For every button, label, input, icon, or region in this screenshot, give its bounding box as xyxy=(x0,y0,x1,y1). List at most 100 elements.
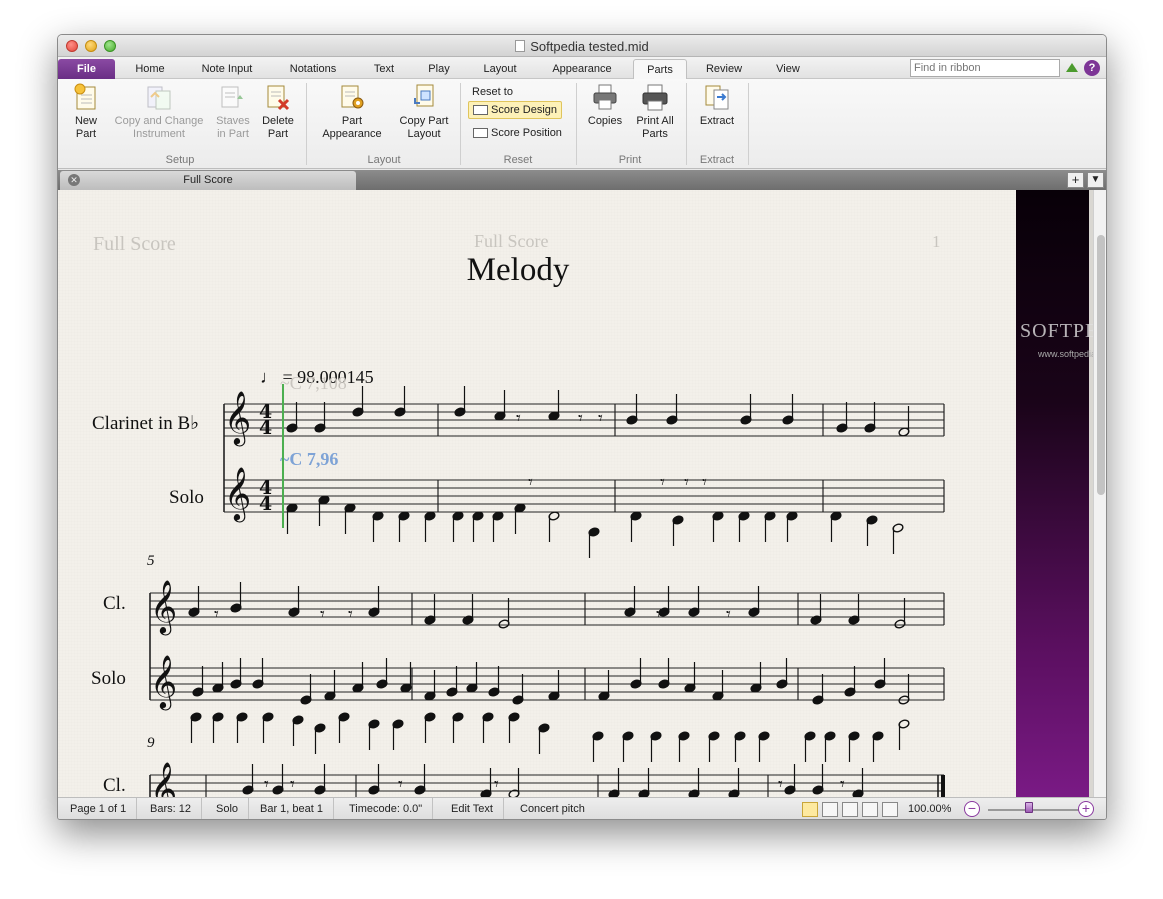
find-in-ribbon-input[interactable] xyxy=(910,59,1060,77)
tab-parts[interactable]: Parts xyxy=(633,59,687,80)
time-signature: 4 xyxy=(259,493,272,515)
reset-score-position-button[interactable]: Score Position xyxy=(468,124,567,142)
delete-part-button[interactable]: Delete Part xyxy=(256,83,300,141)
staves-in-part-button[interactable]: Staves in Part xyxy=(210,83,256,141)
eighth-rest: 𝄾 xyxy=(778,774,783,795)
eighth-rest: 𝄾 xyxy=(598,408,603,429)
eighth-rest: 𝄾 xyxy=(660,472,665,493)
status-bar: Page 1 of 1 Bars: 12 Solo Bar 1, beat 1 … xyxy=(58,797,1106,819)
help-icon[interactable]: ? xyxy=(1084,60,1100,76)
close-tab-icon[interactable]: ✕ xyxy=(68,174,80,186)
status-bars: Bars: 12 xyxy=(140,798,202,819)
zoom-out-button[interactable]: − xyxy=(964,801,980,817)
eighth-rest: 𝄾 xyxy=(684,472,689,493)
copies-label: Copies xyxy=(587,115,623,127)
reset-to-label: Reset to xyxy=(472,86,513,98)
group-separator xyxy=(686,83,687,165)
tab-notations[interactable]: Notations xyxy=(280,59,346,79)
score-canvas[interactable]: Full Score Full Score 1 Melody ♩ = 98.00… xyxy=(58,190,1093,797)
collapse-ribbon-icon[interactable] xyxy=(1066,63,1078,72)
add-tab-button[interactable]: + xyxy=(1067,172,1084,188)
copy-change-instrument-label: Copy and Change Instrument xyxy=(114,115,204,140)
copy-change-instrument-button[interactable]: Copy and Change Instrument xyxy=(110,83,208,141)
print-all-parts-label: Print All Parts xyxy=(636,115,674,140)
document-icon xyxy=(515,40,526,52)
ribbon-panel: New Part Copy and Change Instrument Stav… xyxy=(58,79,1106,169)
zoom-level: 100.00% xyxy=(908,803,952,815)
copy-part-layout-button[interactable]: Copy Part Layout xyxy=(394,83,454,141)
tab-layout[interactable]: Layout xyxy=(474,59,526,79)
layout-group-label: Layout xyxy=(367,154,401,166)
tab-review[interactable]: Review xyxy=(698,59,750,79)
tab-full-score[interactable]: ✕ Full Score xyxy=(60,171,356,190)
staves-in-part-label: Staves in Part xyxy=(216,115,250,140)
title-bar: Softpedia tested.mid xyxy=(58,35,1106,57)
print-all-parts-button[interactable]: Print All Parts xyxy=(630,83,680,141)
score-page: Full Score Full Score 1 Melody ♩ = 98.00… xyxy=(58,190,1016,797)
printer-icon xyxy=(591,83,619,111)
zoom-slider[interactable] xyxy=(988,809,1080,811)
music-notation[interactable]: 𝄞𝄞4444𝄾 𝄾 𝄾𝄾 𝄾 𝄾 𝄾𝄞𝄞𝄾 𝄾 𝄾 𝄾 𝄾𝄞 𝄾 𝄾 𝄾 𝄾 𝄾 𝄾 xyxy=(58,190,1016,797)
extract-button[interactable]: Extract xyxy=(692,83,742,128)
part-appearance-icon xyxy=(338,83,366,111)
view-pages-icon[interactable] xyxy=(802,802,818,817)
setup-group-label: Setup xyxy=(165,154,195,166)
scrollbar-thumb[interactable] xyxy=(1097,235,1105,495)
instrument-change-icon xyxy=(145,83,173,111)
eighth-rest: 𝄾 xyxy=(290,774,295,795)
delete-part-label: Delete Part xyxy=(262,115,294,140)
eighth-rest: 𝄾 xyxy=(578,408,583,429)
tab-play[interactable]: Play xyxy=(420,59,458,79)
eighth-rest: 𝄾 xyxy=(398,774,403,795)
eighth-rest: 𝄾 xyxy=(264,774,269,795)
eighth-rest: 𝄾 xyxy=(214,604,219,625)
tab-text[interactable]: Text xyxy=(364,59,404,79)
reset-score-design-button[interactable]: Score Design xyxy=(468,101,563,119)
treble-clef: 𝄞 xyxy=(150,579,177,635)
eighth-rest: 𝄾 xyxy=(726,604,731,625)
tab-menu-button[interactable]: ▼ xyxy=(1087,172,1104,188)
status-timecode: Timecode: 0.0" xyxy=(339,798,434,819)
eighth-rest: 𝄾 xyxy=(656,604,661,625)
status-concert-pitch[interactable]: Concert pitch xyxy=(510,798,595,819)
document-tab-label: Full Score xyxy=(183,174,233,186)
new-part-button[interactable]: New Part xyxy=(66,83,106,141)
treble-clef: 𝄞 xyxy=(224,390,251,446)
view-horizontal-icon[interactable] xyxy=(842,802,858,817)
eighth-rest: 𝄾 xyxy=(840,774,845,795)
eighth-rest: 𝄾 xyxy=(702,472,707,493)
status-instrument: Solo xyxy=(206,798,250,819)
score-position-icon xyxy=(473,128,488,138)
treble-clef: 𝄞 xyxy=(150,654,177,710)
copies-button[interactable]: Copies xyxy=(584,83,626,128)
group-separator xyxy=(460,83,461,165)
time-signature: 4 xyxy=(259,417,272,439)
print-all-icon xyxy=(641,83,669,111)
zoom-slider-thumb[interactable] xyxy=(1025,802,1033,813)
eighth-rest: 𝄾 xyxy=(494,774,499,795)
view-single-icon[interactable] xyxy=(862,802,878,817)
treble-clef: 𝄞 xyxy=(150,761,177,797)
extract-icon xyxy=(703,83,731,111)
vertical-scrollbar[interactable] xyxy=(1093,190,1106,797)
view-panorama-icon[interactable] xyxy=(882,802,898,817)
score-position-label: Score Position xyxy=(491,127,562,139)
background-panel xyxy=(1016,190,1089,797)
tab-file[interactable]: File xyxy=(58,59,115,79)
eighth-rest: 𝄾 xyxy=(528,472,533,493)
tab-note-input[interactable]: Note Input xyxy=(192,59,262,79)
tab-appearance[interactable]: Appearance xyxy=(543,59,621,79)
reset-group-label: Reset xyxy=(503,154,533,166)
watermark-url: www.softpedia.com xyxy=(1038,349,1093,359)
softpedia-watermark: SOFTPEDIA xyxy=(1020,320,1093,342)
group-separator xyxy=(306,83,307,165)
part-appearance-button[interactable]: Part Appearance xyxy=(314,83,390,141)
print-group-label: Print xyxy=(618,154,642,166)
score-design-label: Score Design xyxy=(491,104,558,116)
new-part-icon xyxy=(72,83,100,111)
tab-home[interactable]: Home xyxy=(126,59,174,79)
extract-label: Extract xyxy=(699,115,735,127)
view-vertical-icon[interactable] xyxy=(822,802,838,817)
zoom-in-button[interactable]: + xyxy=(1078,801,1094,817)
tab-view[interactable]: View xyxy=(766,59,810,79)
